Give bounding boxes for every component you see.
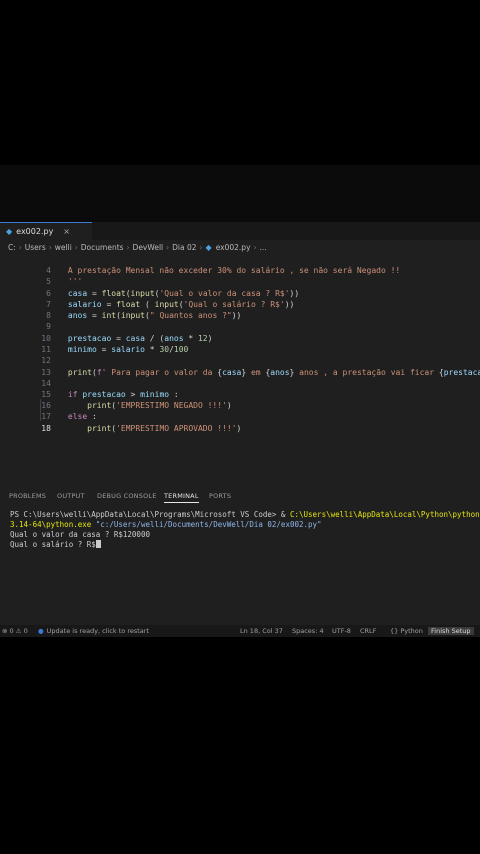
breadcrumb-item[interactable]: Dia 02 <box>172 243 196 252</box>
language-mode[interactable]: {} Python <box>390 627 423 635</box>
code-line: 7 salario = float ( input('Qual o salário… <box>46 300 295 309</box>
update-notice[interactable]: Update is ready, click to restart <box>38 627 149 635</box>
code-line: 8 anos = int(input(" Quantos anos ?")) <box>46 311 242 320</box>
vscode-window: ◆ ex002.py × C: › Users › welli › Documents… <box>0 222 480 637</box>
tab-debug-console[interactable]: DEBUG CONSOLE <box>97 492 157 500</box>
breadcrumb-item[interactable]: DevWell <box>133 243 164 252</box>
terminal-line: PS C:\Users\welli\AppData\Local\Programs… <box>10 510 480 519</box>
line-ending[interactable]: CRLF <box>360 627 376 635</box>
tab-filename: ex002.py <box>16 227 54 236</box>
chevron-right-icon: › <box>253 242 257 252</box>
cursor-position[interactable]: Ln 18, Col 37 <box>240 627 283 635</box>
code-line: 16 print('EMPRESTIMO NEGADO !!!') <box>41 401 232 410</box>
code-line: 5 ''' <box>46 277 83 286</box>
chevron-right-icon: › <box>74 242 78 252</box>
close-tab-icon[interactable]: × <box>63 227 70 236</box>
chevron-right-icon: › <box>199 242 203 252</box>
tab-problems[interactable]: PROBLEMS <box>9 492 46 500</box>
code-line: 11 minimo = salario * 30/100 <box>41 345 189 354</box>
code-line: 14 <box>41 379 51 388</box>
code-line: 15 if prestacao > minimo : <box>41 390 179 399</box>
panel-tabs: PROBLEMS OUTPUT DEBUG CONSOLE TERMINAL P… <box>0 488 480 504</box>
finish-setup-button[interactable]: Finish Setup <box>428 627 474 635</box>
breadcrumb-item[interactable]: C: <box>8 243 16 252</box>
code-line: 12 <box>41 356 51 365</box>
breadcrumb-item[interactable]: Users <box>25 243 46 252</box>
code-line: 4A prestação Mensal não exceder 30% do s… <box>46 266 401 275</box>
code-line: 13 print(f' Para pagar o valor da {casa} … <box>41 368 480 377</box>
indentation[interactable]: Spaces: 4 <box>292 627 324 635</box>
encoding[interactable]: UTF-8 <box>332 627 351 635</box>
breadcrumb: C: › Users › welli › Documents › DevWell › Di… <box>0 240 480 254</box>
code-line: 6 casa = float(input('Qual o valor da cas… <box>46 289 300 298</box>
status-bar: ⊗ 0 ⚠ 0 Update is ready, click to restar… <box>0 625 480 637</box>
terminal-line: Qual o valor da casa ? R$120000 <box>10 530 150 539</box>
breadcrumb-item[interactable]: ex002.py <box>216 243 251 252</box>
chevron-right-icon: › <box>48 242 52 252</box>
problems-count[interactable]: ⊗ 0 ⚠ 0 <box>2 627 28 635</box>
code-line: 9 <box>46 322 51 331</box>
chevron-right-icon: › <box>126 242 130 252</box>
braces-icon: {} <box>390 627 401 635</box>
tab-terminal[interactable]: TERMINAL <box>164 492 199 503</box>
chevron-right-icon: › <box>18 242 22 252</box>
tab-ex002[interactable]: ◆ ex002.py × <box>0 222 92 240</box>
breadcrumb-item[interactable]: Documents <box>81 243 124 252</box>
chevron-right-icon: › <box>166 242 170 252</box>
terminal-line: Qual o salário ? R$ <box>10 540 101 550</box>
code-line-current: 18 print('EMPRESTIMO APROVADO !!!') <box>41 424 242 433</box>
code-line: 10 prestacao = casa / (anos * 12) <box>41 334 213 343</box>
terminal-line: 3.14-64\python.exe "c:/Users/welli/Docum… <box>10 520 322 529</box>
code-editor[interactable]: 4A prestação Mensal não exceder 30% do s… <box>0 254 480 484</box>
terminal-output[interactable]: PS C:\Users\welli\AppData\Local\Programs… <box>0 506 480 616</box>
tab-bar: ◆ ex002.py × <box>0 222 480 240</box>
python-file-icon: ◆ <box>6 227 13 236</box>
terminal-cursor <box>95 540 101 548</box>
top-partial-code: 4 A prestação Mensal não exceder 30% do … <box>0 165 480 263</box>
tab-ports[interactable]: PORTS <box>209 492 231 500</box>
python-file-icon: ◆ <box>205 242 212 252</box>
breadcrumb-item[interactable]: welli <box>55 243 72 252</box>
tab-output[interactable]: OUTPUT <box>57 492 85 500</box>
code-line: 17 else : <box>41 412 97 421</box>
breadcrumb-item[interactable]: ... <box>260 243 267 252</box>
